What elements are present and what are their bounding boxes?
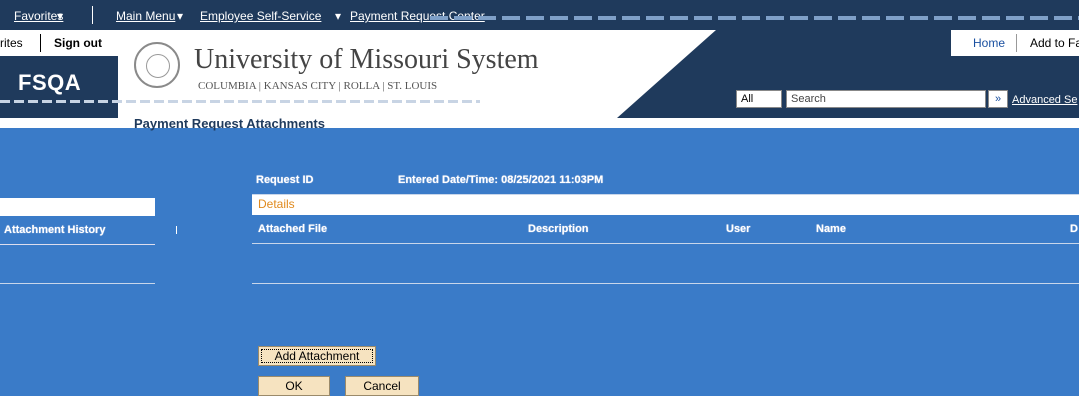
advanced-search-link[interactable]: Advanced Se [1012,94,1077,106]
details-title: Details [258,197,295,211]
university-seal-icon [134,42,180,88]
separator-tick [176,226,177,234]
favorites-partial-link[interactable]: rites [0,36,23,50]
left-panel-divider [0,283,155,284]
main-menu[interactable]: Main Menu [116,9,175,23]
column-header-date: D [1070,223,1078,235]
column-header-user: User [726,223,751,235]
column-header-attached-file: Attached File [258,223,328,235]
header-overflow-artifact [0,100,480,103]
details-divider [252,283,1079,284]
search-go-icon[interactable]: » [988,90,1008,108]
column-header-description: Description [528,223,589,235]
request-id-label: Request ID [256,174,314,186]
campus-list: COLUMBIA | KANSAS CITY | ROLLA | ST. LOU… [198,80,438,92]
cancel-button[interactable]: Cancel [345,376,419,396]
left-panel-header [0,198,155,216]
chevron-down-icon: ▾ [335,9,342,23]
search-scope-select[interactable]: All [736,90,782,108]
search-input[interactable]: Search [786,90,986,108]
nav-overflow-artifact [430,16,1079,20]
sign-out-link[interactable]: Sign out [54,36,102,50]
header-separator [40,34,41,52]
header-separator [1016,34,1017,52]
home-link[interactable]: Home [973,36,1005,50]
add-attachment-button[interactable]: Add Attachment [258,346,376,366]
breadcrumb-employee-self-service[interactable]: Employee Self-Service [200,9,321,23]
nav-separator [92,6,93,24]
left-panel-row-label: Attachment History [4,224,106,236]
entered-datetime-label: Entered Date/Time: 08/25/2021 11:03PM [398,174,604,186]
branding-diagonal [608,30,716,126]
chevron-down-icon: ▾ [177,9,184,23]
ok-button[interactable]: OK [258,376,330,396]
column-header-name: Name [816,223,846,235]
university-name: University of Missouri System [194,44,539,75]
chevron-down-icon: ▾ [57,9,64,23]
page-title: Payment Request Attachments [134,116,325,131]
top-navigation-bar: Favorites ▾ Main Menu ▾ Employee Self-Se… [0,0,1079,30]
details-column-header-row: Attached File Description User Name D [252,215,1079,244]
add-to-favorites-link[interactable]: Add to Fav [1030,36,1079,50]
details-panel-header [252,194,1079,215]
left-panel-row: Attachment History [0,216,155,245]
favorites-menu[interactable]: Favorites [14,9,63,23]
page-header: rites Sign out Home Add to Fav FSQA Univ… [0,30,1079,126]
environment-label: FSQA [18,70,82,95]
